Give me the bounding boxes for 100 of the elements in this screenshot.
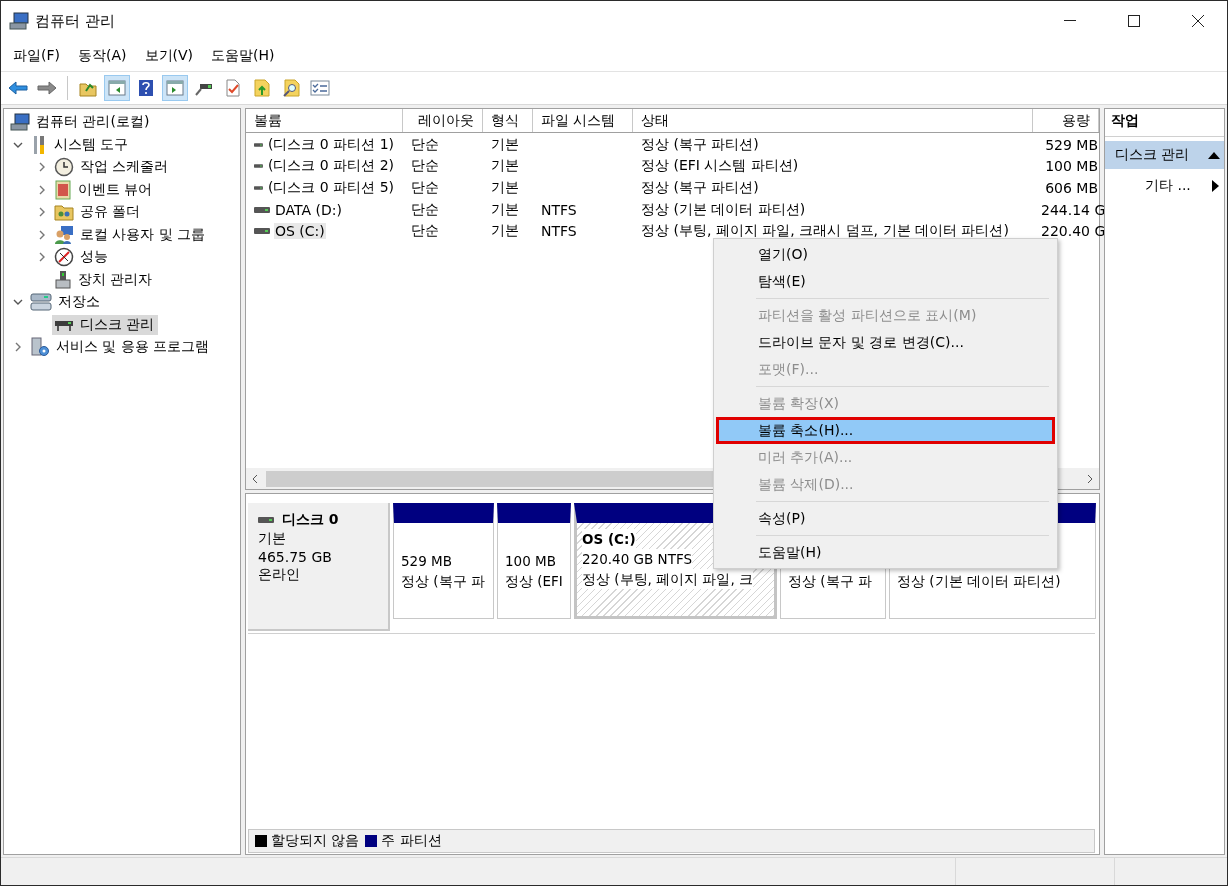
shared-folder-icon [54,203,74,222]
volume-name[interactable]: (디스크 0 파티션 1) [266,135,395,154]
clock-icon [54,157,74,178]
drive-icon [254,184,263,192]
partition-status: 정상 (EFI [505,572,563,591]
drive-icon [254,205,270,214]
drive-icon [254,140,263,149]
actions-title: 작업 [1105,109,1224,137]
partition-status: 정상 (복구 파 [788,572,872,591]
minimize-icon [1064,20,1076,22]
tree-item[interactable]: 성능 [52,246,112,269]
app-icon [9,12,29,30]
drive-icon [258,516,274,524]
partition-size: 529 MB [401,552,452,571]
checked-document-icon [225,79,241,97]
volume-name[interactable]: OS (C:) [274,223,326,240]
storage-icon [30,293,52,312]
table-cell-text: 단순 [410,134,440,154]
show-action-pane-icon [166,80,184,96]
table-cell-text: 기본 [490,221,520,241]
chevron-right-icon[interactable] [37,184,47,195]
device-icon [54,269,72,290]
tree-item[interactable]: 디스크 관리 [52,314,159,335]
partition-status: 정상 (기본 데이터 파티션) [897,572,1061,591]
column-header[interactable]: 레이아웃 [403,109,483,132]
tree-item[interactable]: 장치 관리자 [52,268,157,291]
column-header[interactable]: 형식 [483,109,533,132]
menu-item[interactable]: 도움말(H) [203,45,283,67]
table-cell-text: 정상 (복구 파티션) [640,134,760,154]
disk-type: 기본 [258,530,287,548]
table-cell-text: 단순 [410,199,440,219]
tree-item[interactable]: 저장소 [28,292,104,313]
menu-item[interactable]: 보기(V) [136,45,201,67]
context-menu-item[interactable]: 볼륨 축소(H)... [716,417,1055,444]
checklist-icon [310,80,330,96]
export-document-icon [254,79,270,97]
partition-size: 220.40 GB NTFS [582,549,692,569]
forward-arrow-icon [37,81,57,95]
column-header[interactable]: 용량 [1033,109,1099,132]
table-cell-text: 기본 [490,156,520,176]
drive-icon [254,227,270,236]
volume-name[interactable]: (디스크 0 파티션 5) [266,179,395,197]
table-cell-text: NTFS [540,200,578,220]
computer-icon [10,113,30,132]
help-icon [138,79,154,97]
table-cell-text: 단순 [410,178,440,197]
chevron-right-icon[interactable] [37,229,47,240]
partition[interactable]: 100 MB 정상 (EFI [497,503,571,619]
table-cell-text: 220.40 G [1040,222,1107,242]
chevron-right-icon[interactable] [37,207,47,218]
table-cell-text: 기본 [490,134,520,154]
context-menu-item[interactable]: 탐색(E) [716,268,1055,295]
table-cell-text: 기본 [490,178,520,197]
table-cell-text: 244.14 G [1040,200,1107,220]
table-cell-text: 100 MB [1044,157,1099,177]
window-title: 컴퓨터 관리 [35,11,116,31]
partition-status: 정상 (복구 파 [401,572,485,591]
tree-item[interactable]: 작업 스케줄러 [52,156,173,179]
search-document-icon [282,79,300,97]
volume-name[interactable]: (디스크 0 파티션 2) [266,157,395,176]
column-header[interactable]: 파일 시스템 [533,109,633,132]
tree-item[interactable]: 컴퓨터 관리(로컬) [8,112,154,133]
services-icon [30,337,50,358]
table-cell-text: NTFS [540,222,578,242]
table-cell-text: 단순 [410,221,440,241]
log-book-icon [54,179,72,200]
partition[interactable]: 529 MB 정상 (복구 파 [393,503,494,619]
table-cell-text: 정상 (EFI 시스템 파티션) [640,156,800,176]
partition-status: 정상 (부팅, 페이지 파일, 크 [582,569,753,589]
disk-size: 465.75 GB [258,549,333,565]
tree-item[interactable]: 공유 폴더 [52,202,145,223]
menu-item[interactable]: 동작(A) [70,45,135,67]
disk-name: 디스크 0 [258,511,378,529]
tree-item[interactable]: 시스템 도구 [28,133,133,156]
disk-label[interactable]: 디스크 0 기본 465.75 GB 온라인 [248,503,390,631]
legend-label: 주 파티션 [381,832,442,850]
column-header[interactable]: 볼륨 [246,109,403,132]
action-section[interactable]: 디스크 관리 [1105,141,1224,169]
table-cell-text: 529 MB [1044,135,1099,155]
chevron-right-icon[interactable] [37,162,47,173]
action-item[interactable]: 기타 ... [1105,172,1224,200]
collapse-triangle-icon [1208,151,1220,159]
close-icon [1192,15,1204,27]
partition-size: 100 MB [505,552,556,571]
tree-item[interactable]: 로컬 사용자 및 그룹 [52,223,210,246]
context-menu-item[interactable]: 드라이브 문자 및 경로 변경(C)... [716,329,1055,356]
volume-name[interactable]: DATA (D:) [274,201,343,218]
tree-item[interactable]: 서비스 및 응용 프로그램 [28,336,214,359]
table-cell-text: 정상 (복구 파티션) [640,178,760,197]
menu-item[interactable]: 파일(F) [5,45,68,67]
table-cell-text: 정상 (기본 데이터 파티션) [640,199,807,219]
show-tree-icon [108,80,126,96]
tree-item[interactable]: 이벤트 뷰어 [52,178,157,201]
table-cell-text: 기본 [490,199,520,219]
column-header[interactable]: 상태 [633,109,1033,132]
context-menu-item[interactable]: 열기(O) [716,241,1055,268]
chevron-right-icon[interactable] [13,342,23,353]
back-arrow-icon [8,81,28,95]
chevron-right-icon[interactable] [37,252,47,263]
partition-name: OS (C:) [582,529,636,549]
